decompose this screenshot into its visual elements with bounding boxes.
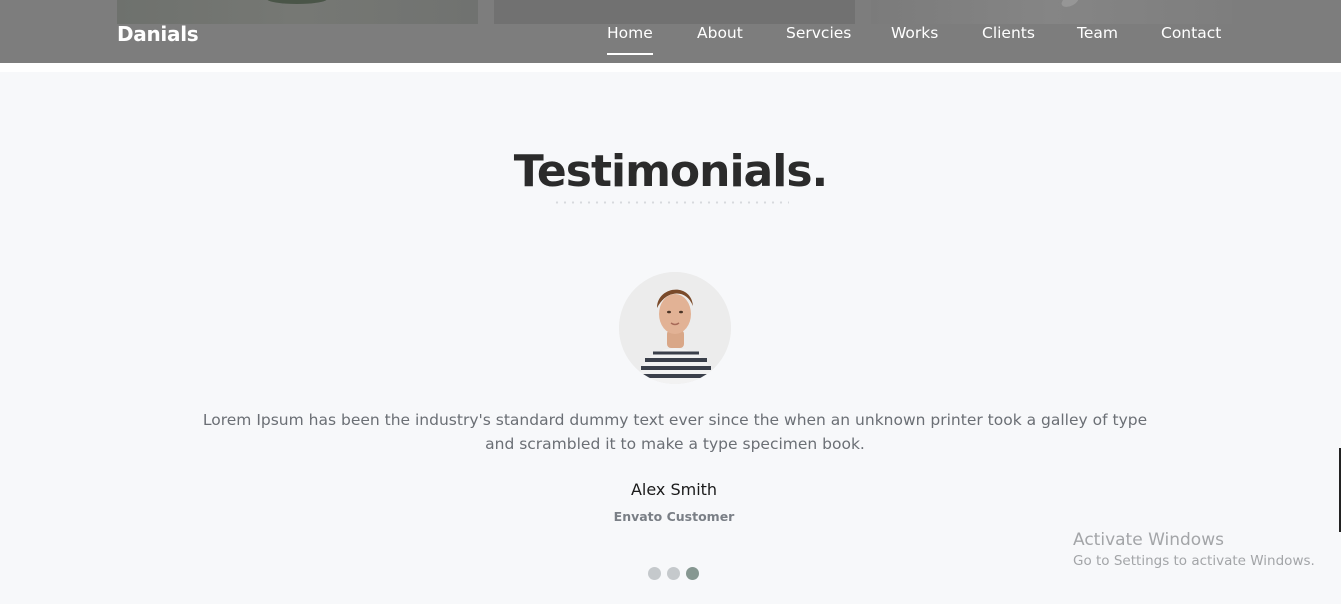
testimonial-author-name: Alex Smith — [630, 480, 718, 499]
navbar: Danials Home About Servcies Works Client… — [0, 0, 1341, 63]
testimonial-quote-line-1: Lorem Ipsum has been the industry's stan… — [202, 411, 1148, 429]
carousel-dot-3[interactable] — [686, 567, 699, 580]
testimonial-quote-line-2: and scrambled it to make a type specimen… — [485, 435, 865, 453]
portfolio-thumbnail-2 — [494, 0, 855, 24]
windows-activation-watermark: Activate Windows Go to Settings to activ… — [1073, 530, 1315, 569]
testimonial-quote: Lorem Ipsum has been the industry's stan… — [170, 408, 1180, 456]
nav-team[interactable]: Team — [1077, 24, 1118, 42]
avatar — [619, 272, 731, 384]
navbar-divider — [0, 63, 1341, 72]
nav-about[interactable]: About — [697, 24, 743, 42]
nav-clients[interactable]: Clients — [982, 24, 1035, 42]
carousel-pagination — [648, 567, 699, 581]
carousel-dot-2[interactable] — [667, 567, 680, 580]
nav-services[interactable]: Servcies — [786, 24, 851, 42]
avatar-portrait-image — [619, 272, 731, 384]
watermark-subtitle: Go to Settings to activate Windows. — [1073, 553, 1315, 569]
title-dotted-underline — [553, 201, 789, 204]
nav-works[interactable]: Works — [891, 24, 938, 42]
watermark-title: Activate Windows — [1073, 530, 1224, 550]
portfolio-thumbnail-1 — [117, 0, 478, 24]
nav-contact[interactable]: Contact — [1161, 24, 1221, 42]
carousel-dot-1[interactable] — [648, 567, 661, 580]
testimonials-section: Testimonials. Lorem Ipsum has been the i… — [0, 72, 1341, 604]
testimonial-author-role: Envato Customer — [613, 509, 735, 524]
nav-home[interactable]: Home — [607, 24, 653, 55]
brand-logo[interactable]: Danials — [117, 22, 199, 46]
portfolio-thumbnail-3 — [871, 0, 1232, 24]
section-title: Testimonials. — [513, 146, 828, 197]
